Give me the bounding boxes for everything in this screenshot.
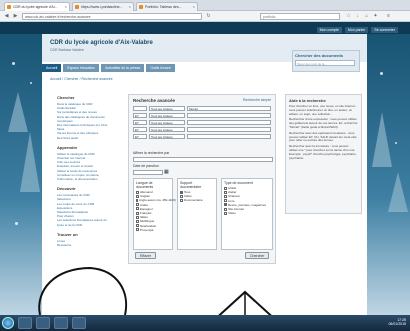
start-button[interactable] bbox=[2, 317, 14, 329]
clock-date: 06/01/2015 bbox=[388, 322, 406, 326]
taskbar-media-icon[interactable] bbox=[54, 317, 68, 329]
taskbar-ie-icon[interactable] bbox=[18, 317, 32, 329]
clock[interactable]: 17:25 06/01/2015 bbox=[388, 318, 406, 326]
taskbar-folder-icon[interactable] bbox=[36, 317, 50, 329]
taskbar-firefox-icon[interactable] bbox=[72, 317, 86, 329]
taskbar bbox=[0, 315, 410, 331]
handwritten-annotation bbox=[38, 266, 279, 323]
